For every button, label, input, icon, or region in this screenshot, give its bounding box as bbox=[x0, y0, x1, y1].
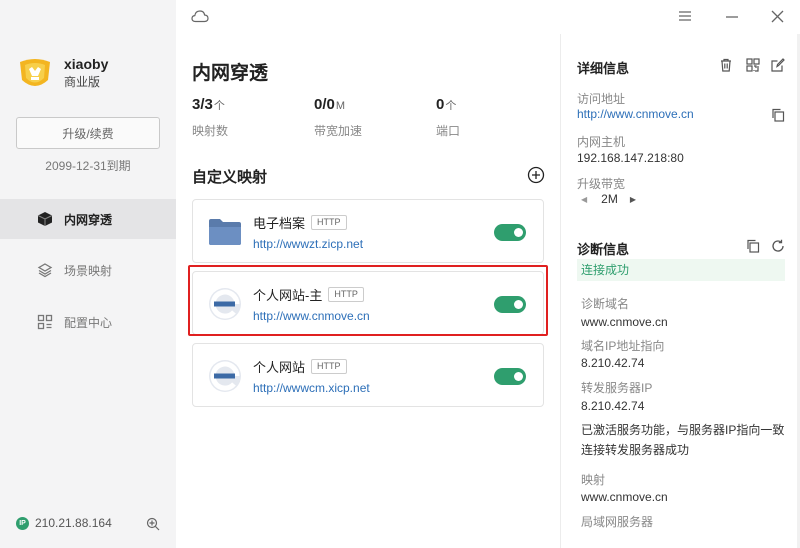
browser-e-icon bbox=[207, 358, 243, 394]
diag-message: 连接转发服务器成功 bbox=[581, 443, 690, 457]
diagnosis-status: 连接成功 bbox=[577, 259, 785, 281]
details-title: 详细信息 bbox=[577, 61, 630, 76]
bandwidth-label: 升级带宽 bbox=[577, 177, 626, 191]
folder-icon bbox=[207, 214, 243, 250]
panel-divider bbox=[560, 34, 561, 548]
edition-label: 商业版 bbox=[64, 75, 101, 89]
sidebar-item-label: 配置中心 bbox=[64, 315, 113, 330]
stat-bandwidth: 0/0M 带宽加速 bbox=[314, 96, 362, 139]
layers-icon bbox=[36, 261, 54, 279]
stat-value: 3/3 bbox=[192, 96, 213, 113]
diag-mapping-value: www.cnmove.cn bbox=[581, 490, 668, 504]
qrcode-icon[interactable] bbox=[746, 58, 760, 72]
cube-icon bbox=[36, 210, 54, 228]
ip-badge-icon: IP bbox=[16, 516, 29, 530]
cloud-icon[interactable] bbox=[191, 9, 209, 23]
stat-mappings: 3/3个 映射数 bbox=[192, 96, 228, 139]
mapping-card[interactable]: 个人网站-主 HTTP http://www.cnmove.cn bbox=[192, 271, 544, 335]
bandwidth-stepper[interactable]: ◀ 2M ▶ bbox=[581, 192, 636, 206]
protocol-badge: HTTP bbox=[311, 359, 347, 374]
mapping-card[interactable]: 电子档案 HTTP http://wwwzt.zicp.net bbox=[192, 199, 544, 263]
username: xiaoby bbox=[64, 56, 109, 72]
mapping-url[interactable]: http://wwwcm.xicp.net bbox=[253, 381, 370, 395]
access-url[interactable]: http://www.cnmove.cn bbox=[577, 107, 694, 121]
host-value: 192.168.147.218:80 bbox=[577, 151, 684, 165]
diag-forward-value: 8.210.42.74 bbox=[581, 399, 645, 413]
refresh-icon[interactable] bbox=[771, 239, 785, 253]
public-ip: IP 210.21.88.164 bbox=[16, 516, 112, 530]
mapping-toggle[interactable] bbox=[494, 224, 526, 241]
sidebar-item-label: 场景映射 bbox=[64, 263, 113, 278]
mapping-toggle[interactable] bbox=[494, 296, 526, 313]
mapping-toggle[interactable] bbox=[494, 368, 526, 385]
mapping-name: 个人网站 bbox=[253, 360, 306, 375]
sidebar-item-config[interactable]: 配置中心 bbox=[0, 302, 176, 342]
increase-arrow-icon[interactable]: ▶ bbox=[630, 195, 636, 204]
diag-mapping-label: 映射 bbox=[581, 473, 606, 487]
menu-icon[interactable] bbox=[677, 8, 693, 24]
stat-value: 0 bbox=[436, 96, 445, 113]
decrease-arrow-icon[interactable]: ◀ bbox=[581, 195, 587, 204]
sidebar-item-label: 内网穿透 bbox=[64, 212, 113, 227]
stat-label: 端口 bbox=[436, 124, 461, 138]
diag-domain-value: www.cnmove.cn bbox=[581, 315, 668, 329]
copy-icon[interactable] bbox=[746, 239, 760, 253]
close-icon[interactable] bbox=[769, 8, 785, 24]
add-mapping-icon[interactable] bbox=[527, 166, 545, 184]
stat-value: 0/0 bbox=[314, 96, 335, 113]
sidebar: xiaoby 商业版 升级/续费 2099-12-31到期 内网穿透 场景映射 … bbox=[0, 0, 176, 548]
stat-unit: 个 bbox=[213, 100, 225, 112]
vip-badge-icon bbox=[20, 59, 50, 86]
protocol-badge: HTTP bbox=[311, 215, 347, 230]
upgrade-button[interactable]: 升级/续费 bbox=[16, 117, 160, 149]
public-ip-value: 210.21.88.164 bbox=[35, 516, 112, 530]
diagnosis-title: 诊断信息 bbox=[577, 242, 630, 257]
stat-ports: 0个 端口 bbox=[436, 96, 460, 139]
grid-icon bbox=[36, 313, 54, 331]
copy-icon[interactable] bbox=[771, 108, 785, 122]
mapping-name: 个人网站-主 bbox=[253, 288, 323, 303]
section-title: 自定义映射 bbox=[192, 169, 268, 186]
browser-e-icon bbox=[207, 286, 243, 322]
access-label: 访问地址 bbox=[577, 92, 626, 106]
mapping-url[interactable]: http://wwwzt.zicp.net bbox=[253, 237, 363, 251]
sidebar-item-scene[interactable]: 场景映射 bbox=[0, 250, 176, 290]
mapping-card[interactable]: 个人网站 HTTP http://wwwcm.xicp.net bbox=[192, 343, 544, 407]
user-info: xiaoby 商业版 bbox=[16, 54, 108, 92]
stat-unit: 个 bbox=[445, 100, 457, 112]
stat-unit: M bbox=[335, 100, 346, 112]
diag-lan-label: 局域网服务器 bbox=[581, 515, 654, 529]
minimize-icon[interactable] bbox=[724, 8, 740, 24]
diag-forward-label: 转发服务器IP bbox=[581, 381, 653, 395]
mapping-url[interactable]: http://www.cnmove.cn bbox=[253, 309, 370, 323]
edit-icon[interactable] bbox=[771, 58, 785, 72]
mapping-name: 电子档案 bbox=[253, 216, 306, 231]
network-check-icon[interactable] bbox=[146, 517, 160, 531]
stat-label: 映射数 bbox=[192, 124, 229, 138]
diag-domain-label: 诊断域名 bbox=[581, 297, 630, 311]
diag-message: 已激活服务功能，与服务器IP指向一致 bbox=[581, 423, 785, 437]
bandwidth-value: 2M bbox=[601, 192, 618, 206]
diag-ip-label: 域名IP地址指向 bbox=[581, 339, 665, 353]
stat-label: 带宽加速 bbox=[314, 124, 363, 138]
expire-date: 2099-12-31到期 bbox=[45, 159, 131, 173]
trash-icon[interactable] bbox=[719, 58, 733, 72]
host-label: 内网主机 bbox=[577, 135, 626, 149]
diag-ip-value: 8.210.42.74 bbox=[581, 356, 645, 370]
sidebar-item-tunnel[interactable]: 内网穿透 bbox=[0, 199, 176, 239]
protocol-badge: HTTP bbox=[328, 287, 364, 302]
page-title: 内网穿透 bbox=[192, 63, 269, 84]
